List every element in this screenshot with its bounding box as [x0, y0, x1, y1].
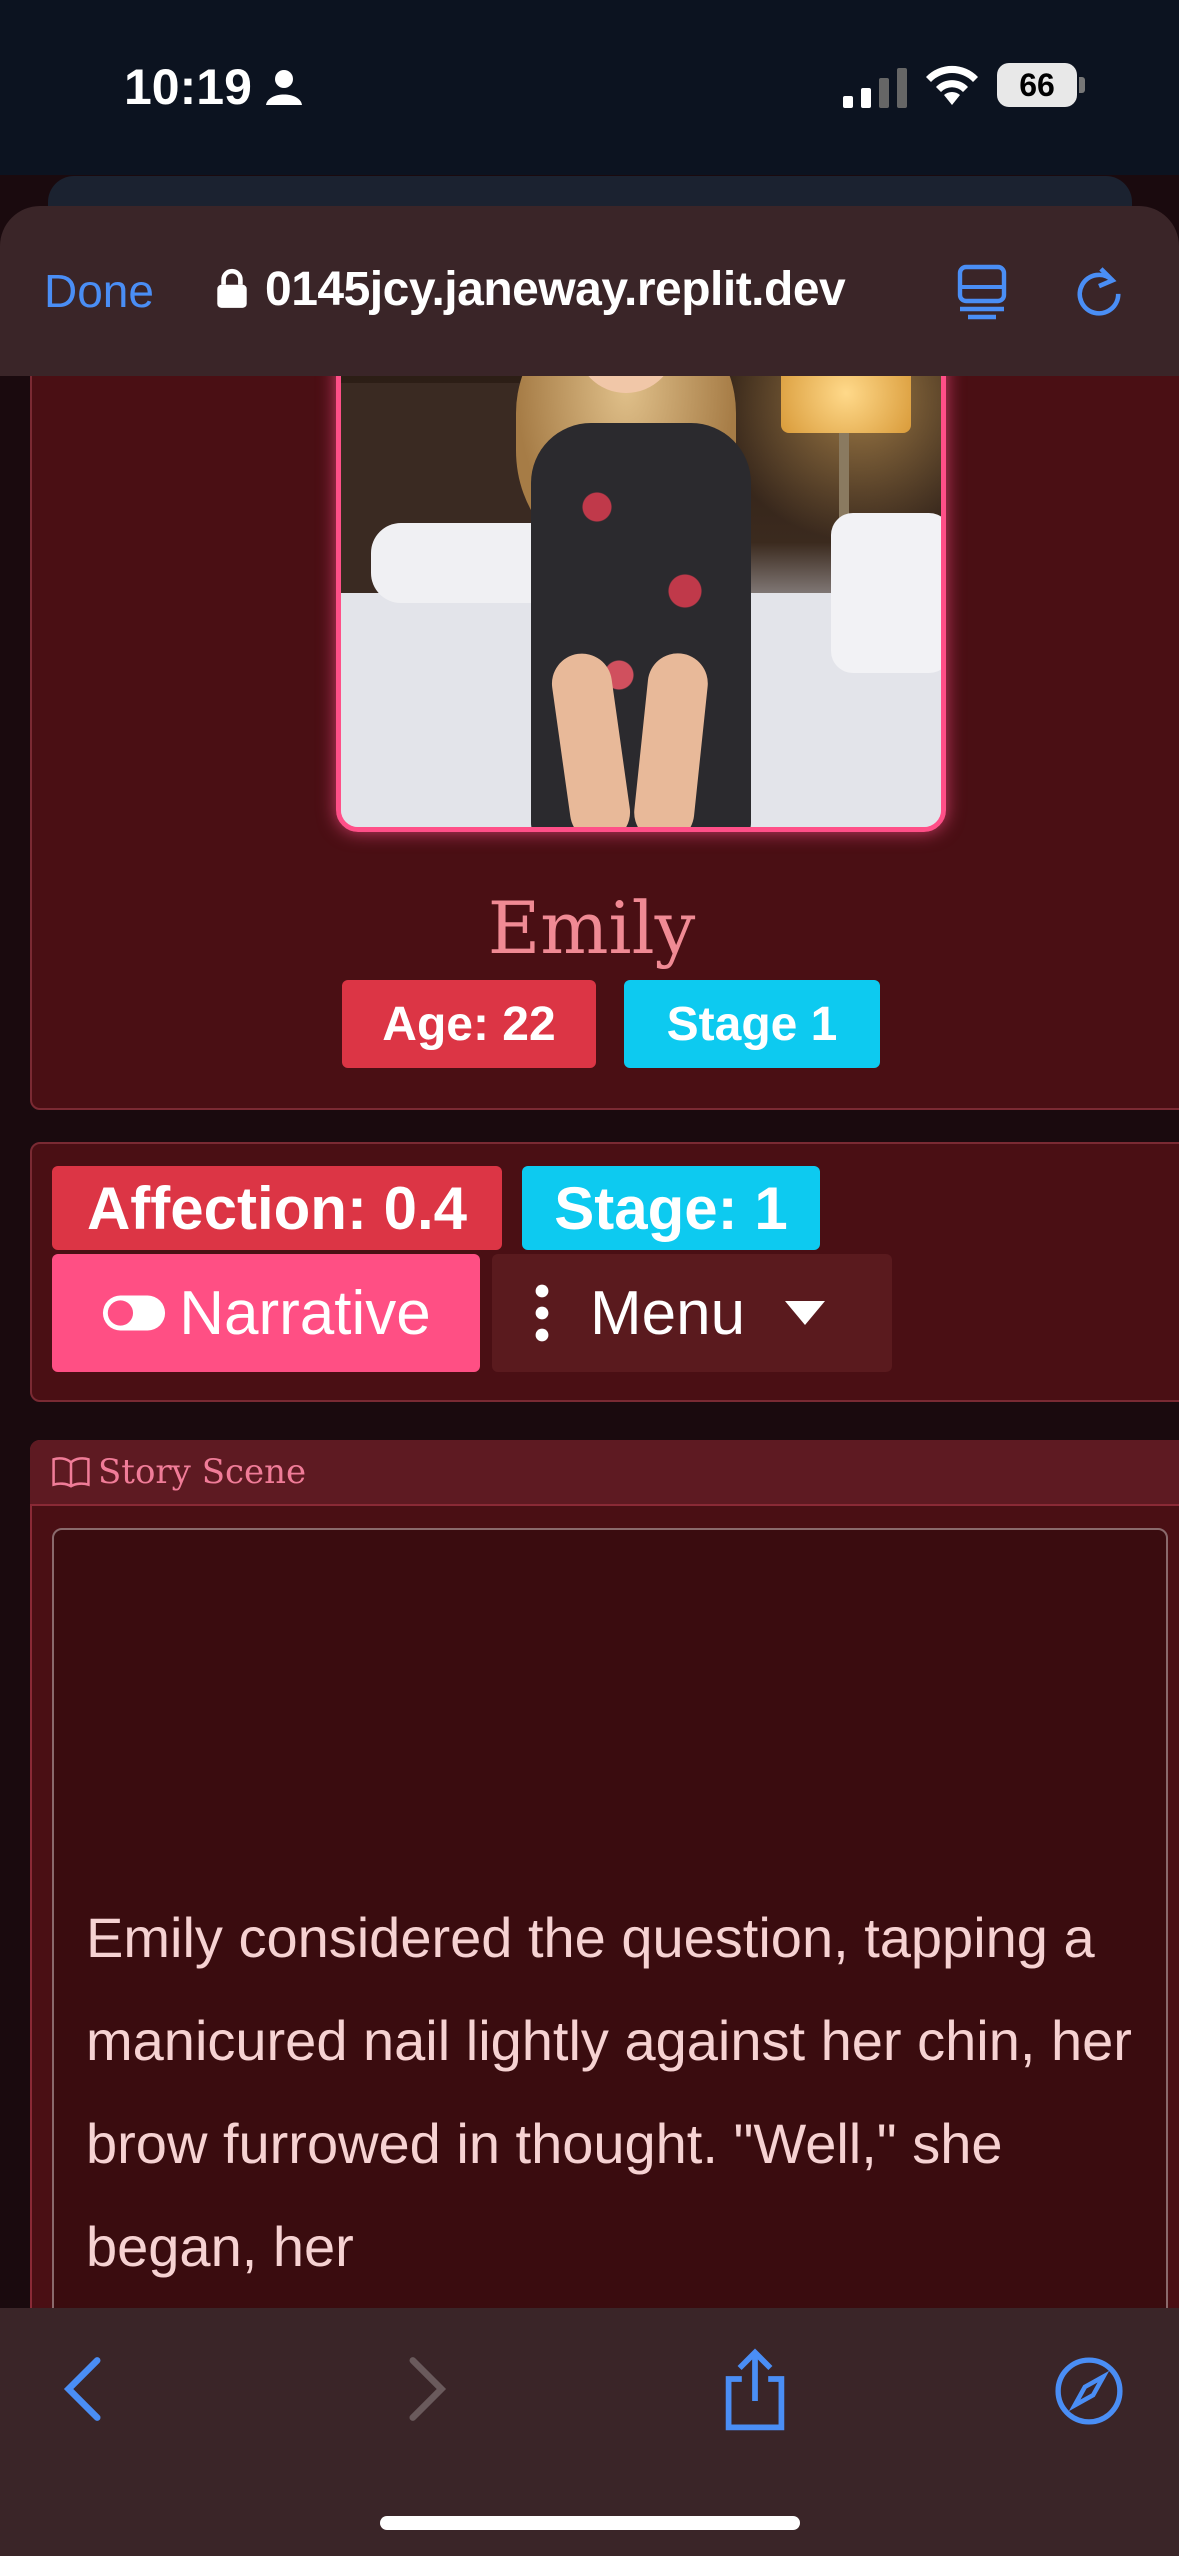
- narrative-label: Narrative: [179, 1278, 431, 1348]
- forward-icon[interactable]: [404, 2356, 448, 2422]
- narrative-toggle-button[interactable]: Narrative: [52, 1254, 480, 1372]
- character-name: Emily: [487, 886, 696, 970]
- page-content: Emily Age: 22 Stage 1 Affection: 0.4 Sta…: [0, 376, 1179, 2308]
- story-header: Story Scene: [30, 1440, 1179, 1506]
- person-icon: [265, 70, 302, 105]
- reload-icon[interactable]: [1074, 262, 1124, 318]
- caret-down-icon: [785, 1301, 826, 1325]
- wifi-icon: [926, 65, 978, 105]
- stage-counter-badge: Stage: 1: [522, 1166, 820, 1250]
- kebab-icon: [535, 1284, 549, 1342]
- reader-icon[interactable]: [956, 262, 1008, 320]
- status-time-label: 10:19: [124, 59, 252, 115]
- signal-icon: [843, 68, 907, 108]
- book-icon: [52, 1457, 90, 1488]
- url-field[interactable]: 0145jcy.janeway.replit.dev: [265, 262, 846, 317]
- battery-level: 66: [1019, 66, 1055, 103]
- menu-dropdown-button[interactable]: Menu: [492, 1254, 892, 1372]
- story-text: Emily considered the question, tapping a…: [86, 1906, 1132, 2278]
- age-badge: Age: 22: [342, 980, 596, 1068]
- menu-label: Menu: [590, 1278, 746, 1348]
- character-photo: [336, 376, 946, 832]
- done-button[interactable]: Done: [44, 264, 154, 318]
- battery-indicator: 66: [997, 63, 1077, 107]
- home-indicator: [380, 2516, 800, 2530]
- story-header-label: Story Scene: [98, 1452, 307, 1492]
- affection-badge-bg: Affection: 0.4: [52, 1166, 502, 1250]
- toggle-icon: [103, 1295, 166, 1331]
- status-time: 10:19: [124, 58, 304, 116]
- compass-icon[interactable]: [1054, 2356, 1124, 2426]
- share-icon[interactable]: [722, 2348, 788, 2432]
- battery-tip: [1079, 77, 1085, 93]
- back-icon[interactable]: [62, 2356, 106, 2422]
- lock-icon: [217, 268, 247, 308]
- profile-card: Emily Age: 22 Stage 1: [30, 376, 1179, 1110]
- stage-badge: Stage 1: [624, 980, 880, 1068]
